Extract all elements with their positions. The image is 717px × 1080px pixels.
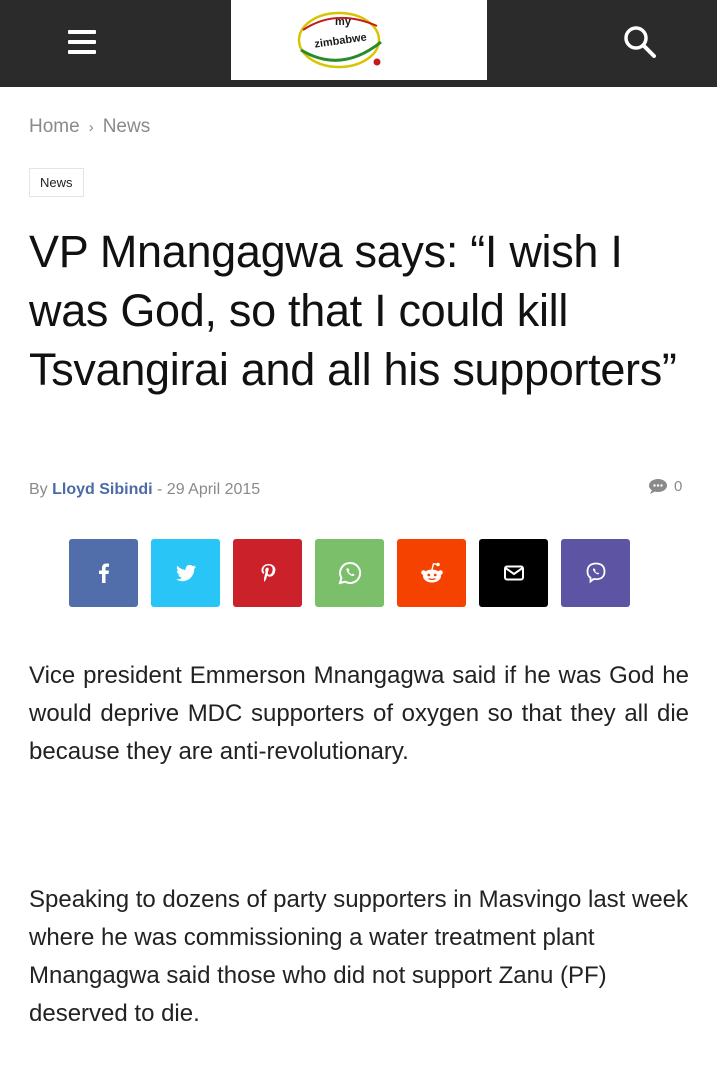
comment-bubble-icon xyxy=(649,479,667,494)
logo-graphic: my zimbabwe xyxy=(297,11,382,69)
chevron-right-icon: › xyxy=(88,118,94,136)
breadcrumb: Home › News xyxy=(29,116,150,138)
page: my zimbabwe Home › News News VP Mnangagw… xyxy=(0,0,717,1080)
article-paragraph: Vice president Emmerson Mnangagwa said i… xyxy=(29,662,689,765)
article-meta: By Lloyd Sibindi - 29 April 2015 xyxy=(29,481,260,499)
pinterest-icon xyxy=(261,564,275,582)
author-link[interactable]: Lloyd Sibindi xyxy=(52,481,152,498)
facebook-icon xyxy=(98,563,109,583)
reddit-icon xyxy=(420,562,443,583)
meta-dash: - xyxy=(157,481,163,498)
comment-count[interactable]: 0 xyxy=(648,478,682,495)
email-icon xyxy=(503,565,524,581)
by-label: By xyxy=(29,481,48,498)
hamburger-menu-icon[interactable] xyxy=(60,22,104,62)
viber-icon xyxy=(586,562,605,584)
comment-count-value: 0 xyxy=(674,478,683,495)
share-reddit-button[interactable] xyxy=(397,539,466,607)
share-whatsapp-button[interactable] xyxy=(315,539,384,607)
share-email-button[interactable] xyxy=(479,539,548,607)
logo-text-my: my xyxy=(335,16,352,28)
share-viber-button[interactable] xyxy=(561,539,630,607)
share-facebook-button[interactable] xyxy=(69,539,138,607)
publish-date: 29 April 2015 xyxy=(166,481,261,498)
whatsapp-icon xyxy=(338,561,361,585)
article-title: VP Mnangagwa says: “I wish I was God, so… xyxy=(29,226,677,395)
article-paragraph: Speaking to dozens of party supporters i… xyxy=(29,886,689,1027)
share-buttons xyxy=(69,539,630,607)
breadcrumb-home[interactable]: Home xyxy=(29,116,80,138)
search-icon[interactable] xyxy=(618,20,662,64)
share-twitter-button[interactable] xyxy=(151,539,220,607)
logo-text-zimbabwe: zimbabwe xyxy=(314,31,368,50)
share-pinterest-button[interactable] xyxy=(233,539,302,607)
site-logo[interactable]: my zimbabwe xyxy=(231,0,487,80)
breadcrumb-news[interactable]: News xyxy=(103,116,151,138)
twitter-icon xyxy=(175,564,196,582)
category-tag[interactable]: News xyxy=(29,168,84,197)
site-header: my zimbabwe xyxy=(0,0,717,87)
